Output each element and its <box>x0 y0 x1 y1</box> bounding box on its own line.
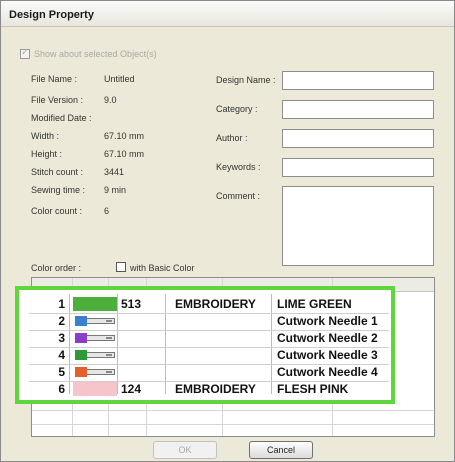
color-code <box>121 330 161 346</box>
cutwork-needle-icon <box>73 313 117 329</box>
color-swatch <box>73 296 117 312</box>
color-row-5[interactable]: 5 Cutwork Needle 4 <box>29 364 391 380</box>
design-name-label: Design Name : <box>216 75 276 85</box>
color-brand <box>175 330 275 346</box>
cutwork-needle-icon <box>73 330 117 346</box>
color-code <box>121 313 161 329</box>
file-version-label: File Version : <box>31 95 84 105</box>
color-count-value: 6 <box>104 206 110 216</box>
color-row-number: 1 <box>58 297 65 311</box>
author-label: Author : <box>216 133 248 143</box>
design-name-input[interactable] <box>282 71 434 90</box>
color-name: LIME GREEN <box>277 297 352 311</box>
color-row-number: 3 <box>58 331 65 345</box>
color-code <box>121 347 161 363</box>
category-label: Category : <box>216 104 258 114</box>
color-code <box>121 364 161 380</box>
design-property-dialog: Design Property Show about selected Obje… <box>0 0 455 462</box>
show-selected-checkbox[interactable] <box>20 47 30 59</box>
color-row-number: 2 <box>58 314 65 328</box>
color-code: 513 <box>121 297 142 311</box>
grid-divider <box>32 424 434 425</box>
color-order-label: Color order : <box>31 263 82 273</box>
stitch-count-value: 3441 <box>104 167 125 177</box>
color-name: Cutwork Needle 4 <box>277 365 378 379</box>
show-selected-label: Show about selected Object(s) <box>34 49 157 59</box>
file-name-label: File Name : <box>31 74 78 84</box>
file-version-value: 9.0 <box>104 95 117 105</box>
color-row-3[interactable]: 3 Cutwork Needle 2 <box>29 330 391 346</box>
cancel-button[interactable]: Cancel <box>249 441 313 459</box>
width-value: 67.10 mm <box>104 131 145 141</box>
comment-label: Comment : <box>216 191 261 201</box>
keywords-label: Keywords : <box>216 162 261 172</box>
color-count-label: Color count : <box>31 206 83 216</box>
color-row-1[interactable]: 1 513 EMBROIDERY LIME GREEN <box>29 296 391 312</box>
width-label: Width : <box>31 131 60 141</box>
sewing-time-value: 9 min <box>104 185 127 195</box>
color-swatch <box>73 381 117 397</box>
category-input[interactable] <box>282 100 434 119</box>
cutwork-needle-icon <box>73 347 117 363</box>
author-input[interactable] <box>282 129 434 148</box>
keywords-input[interactable] <box>282 158 434 177</box>
height-label: Height : <box>31 149 63 159</box>
color-row-4[interactable]: 4 Cutwork Needle 3 <box>29 347 391 363</box>
dialog-title: Design Property <box>9 9 94 21</box>
color-row-6[interactable]: 6 124 EMBROIDERY FLESH PINK <box>29 381 391 397</box>
title-bar: Design Property <box>1 1 454 27</box>
color-brand <box>175 347 275 363</box>
height-value: 67.10 mm <box>104 149 145 159</box>
color-brand: EMBROIDERY <box>175 382 256 396</box>
color-name: FLESH PINK <box>277 382 349 396</box>
ok-button[interactable]: OK <box>153 441 217 459</box>
sewing-time-label: Sewing time : <box>31 185 86 195</box>
cutwork-needle-icon <box>73 364 117 380</box>
color-brand: EMBROIDERY <box>175 297 256 311</box>
file-name-value: Untitled <box>104 74 135 84</box>
grid-divider <box>32 410 434 411</box>
stitch-count-label: Stitch count : <box>31 167 84 177</box>
comment-textarea[interactable] <box>282 186 434 266</box>
color-row-number: 6 <box>58 382 65 396</box>
color-row-2[interactable]: 2 Cutwork Needle 1 <box>29 313 391 329</box>
with-basic-color-label: with Basic Color <box>130 263 195 273</box>
color-row-number: 5 <box>58 365 65 379</box>
color-brand <box>175 313 275 329</box>
with-basic-color-checkbox[interactable] <box>116 262 126 272</box>
modified-date-label: Modified Date : <box>31 113 92 123</box>
color-name: Cutwork Needle 1 <box>277 314 378 328</box>
color-name: Cutwork Needle 3 <box>277 348 378 362</box>
color-order-highlight: 1 513 EMBROIDERY LIME GREEN 2 Cutwork Ne… <box>15 286 395 404</box>
color-name: Cutwork Needle 2 <box>277 331 378 345</box>
color-row-number: 4 <box>58 348 65 362</box>
color-code: 124 <box>121 382 142 396</box>
color-brand <box>175 364 275 380</box>
